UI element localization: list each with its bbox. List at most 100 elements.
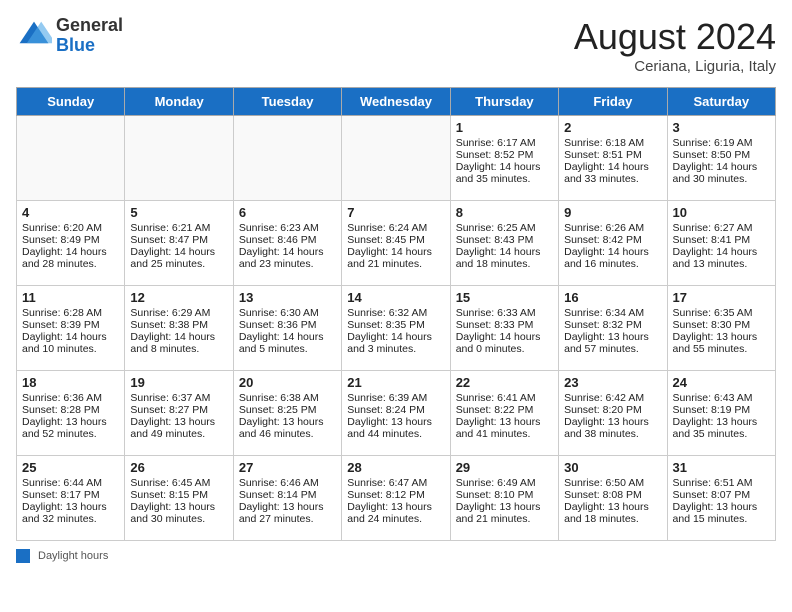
day-info: Sunrise: 6:42 AM — [564, 392, 661, 404]
day-info: Sunset: 8:36 PM — [239, 319, 336, 331]
logo: General Blue — [16, 16, 123, 56]
calendar-cell: 6Sunrise: 6:23 AMSunset: 8:46 PMDaylight… — [233, 201, 341, 286]
day-number: 2 — [564, 120, 661, 135]
day-info: Daylight: 14 hours — [239, 331, 336, 343]
day-info: Sunrise: 6:18 AM — [564, 137, 661, 149]
day-info: Sunrise: 6:45 AM — [130, 477, 227, 489]
day-header-saturday: Saturday — [667, 88, 775, 116]
day-info: and 0 minutes. — [456, 343, 553, 355]
day-info: Sunrise: 6:49 AM — [456, 477, 553, 489]
calendar-cell: 30Sunrise: 6:50 AMSunset: 8:08 PMDayligh… — [559, 456, 667, 541]
day-info: Daylight: 13 hours — [673, 501, 770, 513]
month-year: August 2024 — [574, 16, 776, 58]
day-info: Sunset: 8:28 PM — [22, 404, 119, 416]
footer-note: Daylight hours — [16, 549, 776, 563]
day-info: and 18 minutes. — [456, 258, 553, 270]
day-info: Sunset: 8:43 PM — [456, 234, 553, 246]
calendar-cell: 28Sunrise: 6:47 AMSunset: 8:12 PMDayligh… — [342, 456, 450, 541]
day-info: Daylight: 13 hours — [130, 501, 227, 513]
day-info: Sunset: 8:50 PM — [673, 149, 770, 161]
day-info: Daylight: 13 hours — [564, 416, 661, 428]
day-info: Sunset: 8:15 PM — [130, 489, 227, 501]
day-info: Sunset: 8:38 PM — [130, 319, 227, 331]
day-info: and 23 minutes. — [239, 258, 336, 270]
day-info: and 52 minutes. — [22, 428, 119, 440]
day-info: Sunset: 8:30 PM — [673, 319, 770, 331]
day-info: Daylight: 13 hours — [564, 501, 661, 513]
day-info: Daylight: 14 hours — [673, 246, 770, 258]
day-info: Sunrise: 6:34 AM — [564, 307, 661, 319]
day-number: 14 — [347, 290, 444, 305]
day-number: 25 — [22, 460, 119, 475]
day-info: and 25 minutes. — [130, 258, 227, 270]
day-number: 3 — [673, 120, 770, 135]
day-info: and 30 minutes. — [673, 173, 770, 185]
day-info: Daylight: 13 hours — [673, 331, 770, 343]
day-info: Daylight: 14 hours — [130, 246, 227, 258]
day-info: Sunset: 8:52 PM — [456, 149, 553, 161]
day-info: Sunrise: 6:44 AM — [22, 477, 119, 489]
day-header-wednesday: Wednesday — [342, 88, 450, 116]
day-info: Sunset: 8:35 PM — [347, 319, 444, 331]
day-info: Daylight: 14 hours — [22, 246, 119, 258]
day-info: Sunset: 8:08 PM — [564, 489, 661, 501]
calendar-cell: 10Sunrise: 6:27 AMSunset: 8:41 PMDayligh… — [667, 201, 775, 286]
day-info: Sunset: 8:19 PM — [673, 404, 770, 416]
calendar-cell: 12Sunrise: 6:29 AMSunset: 8:38 PMDayligh… — [125, 286, 233, 371]
calendar-cell: 29Sunrise: 6:49 AMSunset: 8:10 PMDayligh… — [450, 456, 558, 541]
day-info: Sunset: 8:45 PM — [347, 234, 444, 246]
day-info: Daylight: 14 hours — [347, 246, 444, 258]
day-number: 6 — [239, 205, 336, 220]
day-info: Daylight: 14 hours — [456, 246, 553, 258]
calendar-week-row: 11Sunrise: 6:28 AMSunset: 8:39 PMDayligh… — [17, 286, 776, 371]
day-info: Sunset: 8:10 PM — [456, 489, 553, 501]
day-info: Daylight: 13 hours — [347, 501, 444, 513]
day-info: Daylight: 14 hours — [239, 246, 336, 258]
calendar-table: SundayMondayTuesdayWednesdayThursdayFrid… — [16, 87, 776, 541]
day-number: 27 — [239, 460, 336, 475]
title-block: August 2024 Ceriana, Liguria, Italy — [574, 16, 776, 75]
calendar-cell: 22Sunrise: 6:41 AMSunset: 8:22 PMDayligh… — [450, 371, 558, 456]
calendar-cell: 11Sunrise: 6:28 AMSunset: 8:39 PMDayligh… — [17, 286, 125, 371]
day-info: Sunrise: 6:20 AM — [22, 222, 119, 234]
day-info: and 10 minutes. — [22, 343, 119, 355]
day-number: 17 — [673, 290, 770, 305]
calendar-cell: 13Sunrise: 6:30 AMSunset: 8:36 PMDayligh… — [233, 286, 341, 371]
day-info: Sunrise: 6:17 AM — [456, 137, 553, 149]
day-info: Sunrise: 6:47 AM — [347, 477, 444, 489]
calendar-cell: 27Sunrise: 6:46 AMSunset: 8:14 PMDayligh… — [233, 456, 341, 541]
calendar-week-row: 1Sunrise: 6:17 AMSunset: 8:52 PMDaylight… — [17, 116, 776, 201]
day-info: Daylight: 13 hours — [456, 501, 553, 513]
day-info: Daylight: 14 hours — [22, 331, 119, 343]
day-info: Sunrise: 6:25 AM — [456, 222, 553, 234]
color-box-icon — [16, 549, 30, 563]
day-info: Sunrise: 6:33 AM — [456, 307, 553, 319]
day-info: Daylight: 13 hours — [673, 416, 770, 428]
day-number: 4 — [22, 205, 119, 220]
day-info: Sunset: 8:20 PM — [564, 404, 661, 416]
day-info: and 27 minutes. — [239, 513, 336, 525]
calendar-cell: 16Sunrise: 6:34 AMSunset: 8:32 PMDayligh… — [559, 286, 667, 371]
day-info: Sunset: 8:22 PM — [456, 404, 553, 416]
day-info: and 3 minutes. — [347, 343, 444, 355]
day-number: 5 — [130, 205, 227, 220]
calendar-week-row: 18Sunrise: 6:36 AMSunset: 8:28 PMDayligh… — [17, 371, 776, 456]
logo-text: General Blue — [56, 16, 123, 56]
day-info: Sunset: 8:32 PM — [564, 319, 661, 331]
day-info: Sunset: 8:07 PM — [673, 489, 770, 501]
calendar-cell: 23Sunrise: 6:42 AMSunset: 8:20 PMDayligh… — [559, 371, 667, 456]
day-info: and 35 minutes. — [673, 428, 770, 440]
day-info: and 21 minutes. — [347, 258, 444, 270]
day-info: Sunset: 8:17 PM — [22, 489, 119, 501]
day-info: and 32 minutes. — [22, 513, 119, 525]
day-number: 24 — [673, 375, 770, 390]
day-number: 9 — [564, 205, 661, 220]
day-info: Sunset: 8:49 PM — [22, 234, 119, 246]
day-info: Sunrise: 6:46 AM — [239, 477, 336, 489]
day-info: and 41 minutes. — [456, 428, 553, 440]
day-info: and 24 minutes. — [347, 513, 444, 525]
day-info: and 35 minutes. — [456, 173, 553, 185]
day-info: and 18 minutes. — [564, 513, 661, 525]
calendar-cell: 15Sunrise: 6:33 AMSunset: 8:33 PMDayligh… — [450, 286, 558, 371]
day-number: 31 — [673, 460, 770, 475]
